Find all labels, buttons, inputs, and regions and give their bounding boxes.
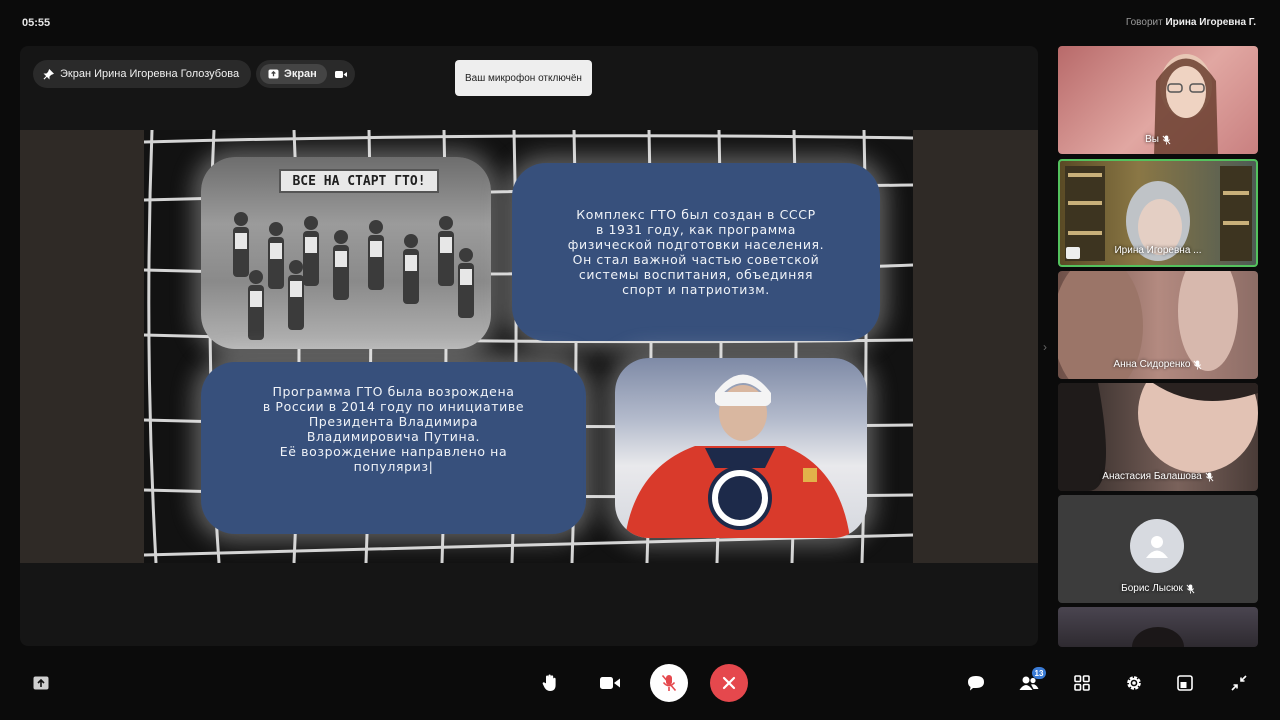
hang-up-button[interactable] bbox=[710, 664, 748, 702]
camera-icon bbox=[600, 677, 620, 689]
participant-tile[interactable]: Анастасия Балашова bbox=[1058, 383, 1258, 491]
chat-icon bbox=[968, 676, 984, 691]
presenter-label: Экран Ирина Игоревна Голозубова bbox=[60, 68, 240, 80]
collapse-button[interactable] bbox=[1220, 664, 1258, 702]
screen-share-icon bbox=[268, 69, 279, 79]
mic-off-icon bbox=[1194, 360, 1202, 369]
top-bar: 05:55 Говорит Ирина Игоревна Г. bbox=[0, 0, 1280, 44]
participant-name: Ирина Игоревна ... bbox=[1114, 245, 1202, 256]
mic-off-icon bbox=[1162, 135, 1171, 144]
grid-icon bbox=[1074, 675, 1090, 691]
mic-off-icon bbox=[1186, 584, 1195, 593]
participant-name: Анастасия Балашова bbox=[1102, 471, 1202, 482]
historical-photo: ВСЕ НА СТАРТ ГТО! bbox=[201, 157, 491, 349]
bottom-toolbar: 13 bbox=[0, 656, 1280, 712]
layout-button[interactable] bbox=[1166, 664, 1204, 702]
mic-off-icon bbox=[661, 674, 677, 692]
settings-button[interactable] bbox=[1115, 664, 1153, 702]
grid-view-button[interactable] bbox=[1063, 664, 1101, 702]
participant-tile[interactable]: Борис Лысюк bbox=[1058, 495, 1258, 603]
speaking-indicator: Говорит Ирина Игоревна Г. bbox=[1126, 17, 1256, 28]
hang-up-icon bbox=[722, 676, 736, 690]
layout-icon bbox=[1177, 675, 1193, 691]
participant-tile[interactable]: Вы bbox=[1058, 46, 1258, 154]
raise-hand-icon bbox=[542, 674, 556, 691]
avatar bbox=[1130, 519, 1184, 573]
hockey-player-figure bbox=[625, 374, 850, 538]
screen-chip-label: Экран bbox=[284, 68, 317, 80]
presenter-pill[interactable]: Экран Ирина Игоревна Голозубова bbox=[33, 60, 252, 88]
collapse-icon bbox=[1231, 675, 1247, 691]
participant-name-row: Вы bbox=[1058, 134, 1258, 145]
share-screen-button[interactable] bbox=[22, 664, 60, 702]
text-card-history: Комплекс ГТО был создан в СССР в 1931 го… bbox=[512, 163, 880, 341]
speaking-prefix: Говорит bbox=[1125, 17, 1163, 28]
mic-muted-toast: Ваш микрофон отключён bbox=[455, 60, 592, 96]
participant-name-row: Анна Сидоренко bbox=[1058, 359, 1258, 370]
participant-name: Анна Сидоренко bbox=[1113, 359, 1191, 370]
screen-share-icon bbox=[33, 676, 49, 690]
shared-screen: ВСЕ НА СТАРТ ГТО! Комплекс ГТО был созда… bbox=[20, 130, 1038, 563]
screen-chip[interactable]: Экран bbox=[260, 64, 327, 84]
hockey-player-photo bbox=[615, 358, 867, 538]
participant-tile[interactable]: Анна Сидоренко bbox=[1058, 271, 1258, 379]
participant-name-row: Анастасия Балашова bbox=[1058, 471, 1258, 482]
participant-name-row: Ирина Игоревна ... bbox=[1060, 245, 1256, 256]
presentation-slide: ВСЕ НА СТАРТ ГТО! Комплекс ГТО был созда… bbox=[144, 130, 913, 563]
mic-off-icon bbox=[1205, 472, 1214, 481]
participant-tile-active[interactable]: Ирина Игоревна ... bbox=[1058, 159, 1258, 267]
microphone-toggle-button[interactable] bbox=[650, 664, 688, 702]
camera-icon[interactable] bbox=[334, 70, 347, 79]
clock: 05:55 bbox=[22, 17, 51, 29]
main-stage: Экран Ирина Игоревна Голозубова Экран Ва… bbox=[20, 46, 1038, 646]
participant-tile[interactable] bbox=[1058, 607, 1258, 647]
pin-icon bbox=[43, 68, 54, 79]
user-placeholder-icon bbox=[1146, 536, 1168, 558]
participant-name: Борис Лысюк bbox=[1121, 583, 1183, 594]
camera-toggle-button[interactable] bbox=[591, 664, 629, 702]
view-mode-pill[interactable]: Экран bbox=[256, 60, 355, 88]
participant-name: Вы bbox=[1145, 134, 1159, 145]
participants-count-badge: 13 bbox=[1032, 667, 1046, 679]
text-card-revival: Программа ГТО была возрождена в России в… bbox=[201, 362, 586, 534]
raise-hand-button[interactable] bbox=[531, 664, 569, 702]
speaking-name: Ирина Игоревна Г. bbox=[1165, 17, 1256, 28]
participant-name-row: Борис Лысюк bbox=[1058, 583, 1258, 594]
settings-icon bbox=[1127, 676, 1141, 690]
participants-button[interactable]: 13 bbox=[1010, 664, 1048, 702]
chat-button[interactable] bbox=[957, 664, 995, 702]
sidebar-toggle-arrow[interactable]: › bbox=[1043, 340, 1047, 354]
participant-video bbox=[1132, 627, 1184, 647]
athletes-silhouettes bbox=[233, 212, 474, 340]
